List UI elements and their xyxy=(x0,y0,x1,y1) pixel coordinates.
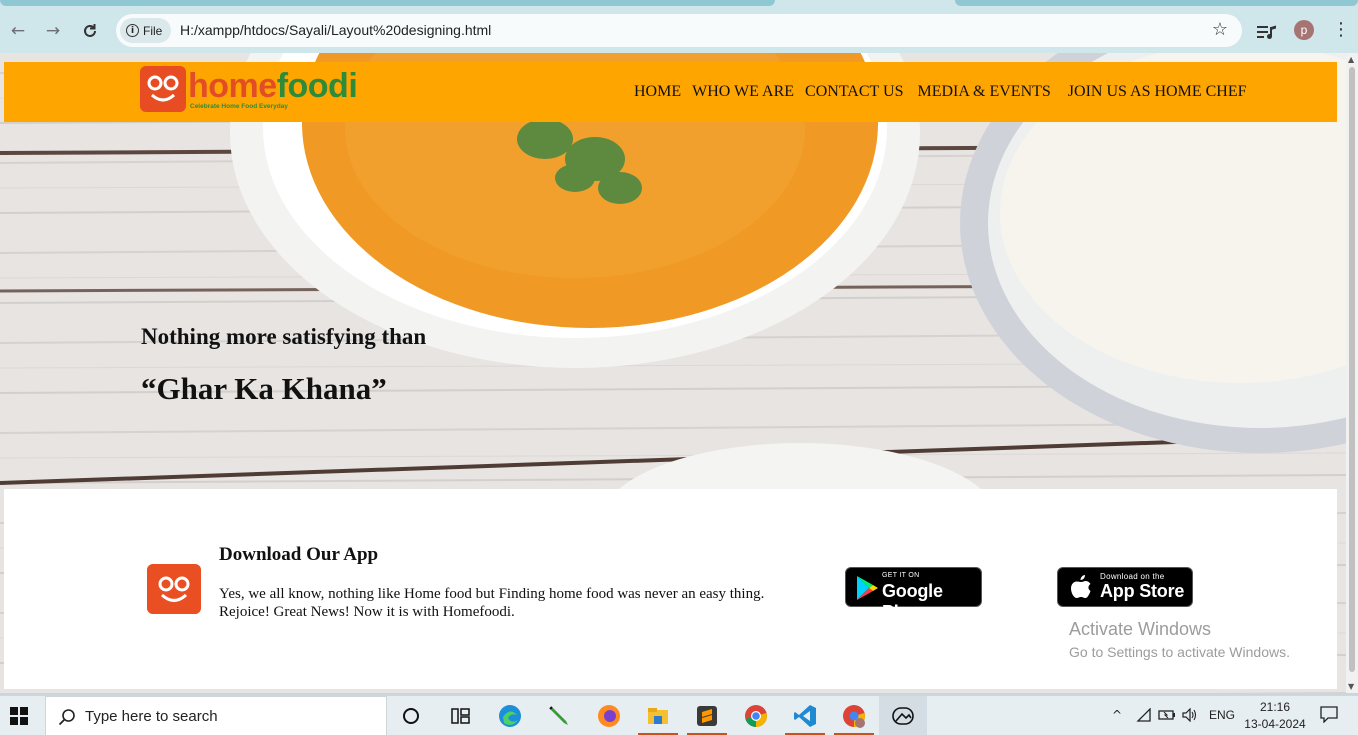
task-view-icon[interactable] xyxy=(447,703,473,729)
logo-home-text: home xyxy=(188,67,277,105)
logo-tagline: Celebrate Home Food Everyday xyxy=(190,103,288,110)
app-store-small-text: Download on the xyxy=(1100,572,1165,581)
clock-date: 13-04-2024 xyxy=(1244,717,1306,731)
bookmark-star-icon[interactable]: ☆ xyxy=(1212,19,1228,40)
scroll-down-icon[interactable]: ▼ xyxy=(1348,682,1354,691)
main-nav: HOME WHO WE ARE CONTACT US MEDIA & EVENT… xyxy=(634,83,1258,101)
nav-contact-us[interactable]: CONTACT US xyxy=(805,83,903,101)
google-play-button[interactable]: GET IT ON Google Play xyxy=(845,567,982,622)
smiley-logo-icon xyxy=(140,66,186,112)
site-header: homefoodi Celebrate Home Food Everyday H… xyxy=(4,62,1337,122)
download-title: Download Our App xyxy=(219,544,379,565)
search-placeholder: Type here to search xyxy=(85,708,218,725)
forward-button[interactable]: → xyxy=(40,18,66,44)
battery-icon[interactable] xyxy=(1158,708,1176,722)
cortana-icon[interactable] xyxy=(398,703,424,729)
google-play-big-text: Google Play xyxy=(882,581,943,622)
download-app-section: Download Our App Yes, we all know, nothi… xyxy=(4,489,1337,689)
profile-avatar[interactable]: p xyxy=(1294,20,1314,40)
taskbar-search-box[interactable]: Type here to search xyxy=(45,696,387,735)
search-icon xyxy=(58,709,75,726)
apple-icon xyxy=(1071,575,1091,598)
scrollbar-thumb[interactable] xyxy=(1349,67,1355,672)
windows-start-icon[interactable] xyxy=(10,707,28,725)
hero-headline: “Ghar Ka Khana” xyxy=(141,371,387,406)
windows-taskbar: Type here to search ^ ENG 21:16 13-04-20… xyxy=(0,695,1358,735)
edge-icon[interactable] xyxy=(497,703,523,729)
arrow-left-icon: ← xyxy=(10,21,26,41)
chrome-icon[interactable] xyxy=(743,703,769,729)
page-viewport: homefoodi Celebrate Home Food Everyday H… xyxy=(0,53,1346,693)
file-explorer-icon[interactable] xyxy=(645,703,671,729)
page-scrollbar[interactable]: ▲ ▼ xyxy=(1346,53,1358,693)
google-play-icon xyxy=(857,576,878,600)
google-play-small-text: GET IT ON xyxy=(882,572,920,579)
app-smiley-icon xyxy=(147,564,201,614)
info-icon: i xyxy=(126,24,139,37)
inactive-tab[interactable] xyxy=(955,0,1358,6)
address-bar[interactable]: i File H:/xampp/htdocs/Sayali/Layout%20d… xyxy=(116,14,1242,47)
hero-tagline: Nothing more satisfying than xyxy=(141,324,427,349)
app-store-button[interactable]: Download on the App Store xyxy=(1057,567,1193,607)
clock-time: 21:16 xyxy=(1259,700,1291,714)
app-store-big-text: App Store xyxy=(1100,581,1185,601)
logo-foodi-text: foodi xyxy=(276,67,358,105)
scroll-up-icon[interactable]: ▲ xyxy=(1348,55,1354,64)
download-line-2: Rejoice! Great News! Now it is with Home… xyxy=(219,604,515,620)
activate-windows-subtitle: Go to Settings to activate Windows. xyxy=(1069,644,1290,660)
nav-who-we-are[interactable]: WHO WE ARE xyxy=(692,83,794,101)
vscode-icon[interactable] xyxy=(792,703,818,729)
arrow-right-icon: → xyxy=(45,21,61,41)
network-icon[interactable] xyxy=(1136,708,1152,722)
language-indicator[interactable]: ENG xyxy=(1209,708,1235,722)
tab-strip xyxy=(0,0,1358,8)
nav-join-as-chef[interactable]: JOIN US AS HOME CHEF xyxy=(1068,83,1247,101)
homefoodi-logo[interactable]: homefoodi Celebrate Home Food Everyday xyxy=(140,66,370,114)
logo-wordmark: homefoodi xyxy=(188,66,358,106)
photos-icon xyxy=(892,707,914,725)
nav-media-events[interactable]: MEDIA & EVENTS xyxy=(917,83,1050,101)
chrome-profile-icon[interactable] xyxy=(841,703,867,729)
browser-toolbar: ← → i File H:/xampp/htdocs/Sayali/Layout… xyxy=(0,8,1358,53)
reload-icon xyxy=(84,24,96,37)
nav-home[interactable]: HOME xyxy=(634,83,681,101)
download-description: Yes, we all know, nothing like Home food… xyxy=(219,585,779,621)
active-tab[interactable] xyxy=(0,0,775,6)
notification-icon[interactable] xyxy=(1320,706,1338,723)
browser-menu-icon[interactable]: ⋮ xyxy=(1332,21,1350,39)
system-clock[interactable]: 21:16 13-04-2024 xyxy=(1244,699,1306,733)
site-chip-label: File xyxy=(143,23,163,38)
download-line-1: Yes, we all know, nothing like Home food… xyxy=(219,586,765,602)
pen-app-icon[interactable] xyxy=(546,703,572,729)
url-text[interactable]: H:/xampp/htdocs/Sayali/Layout%20designin… xyxy=(180,22,491,38)
activate-windows-title: Activate Windows xyxy=(1069,619,1212,639)
firefox-icon[interactable] xyxy=(596,703,622,729)
media-control-icon[interactable] xyxy=(1256,24,1278,40)
show-hidden-icons[interactable]: ^ xyxy=(1112,708,1122,722)
sublime-text-icon[interactable] xyxy=(694,703,720,729)
site-info-chip[interactable]: i File xyxy=(120,18,172,43)
volume-icon[interactable] xyxy=(1182,708,1198,722)
photos-app-button[interactable] xyxy=(879,696,927,735)
back-button[interactable]: ← xyxy=(5,18,31,44)
reload-button[interactable] xyxy=(77,18,103,44)
